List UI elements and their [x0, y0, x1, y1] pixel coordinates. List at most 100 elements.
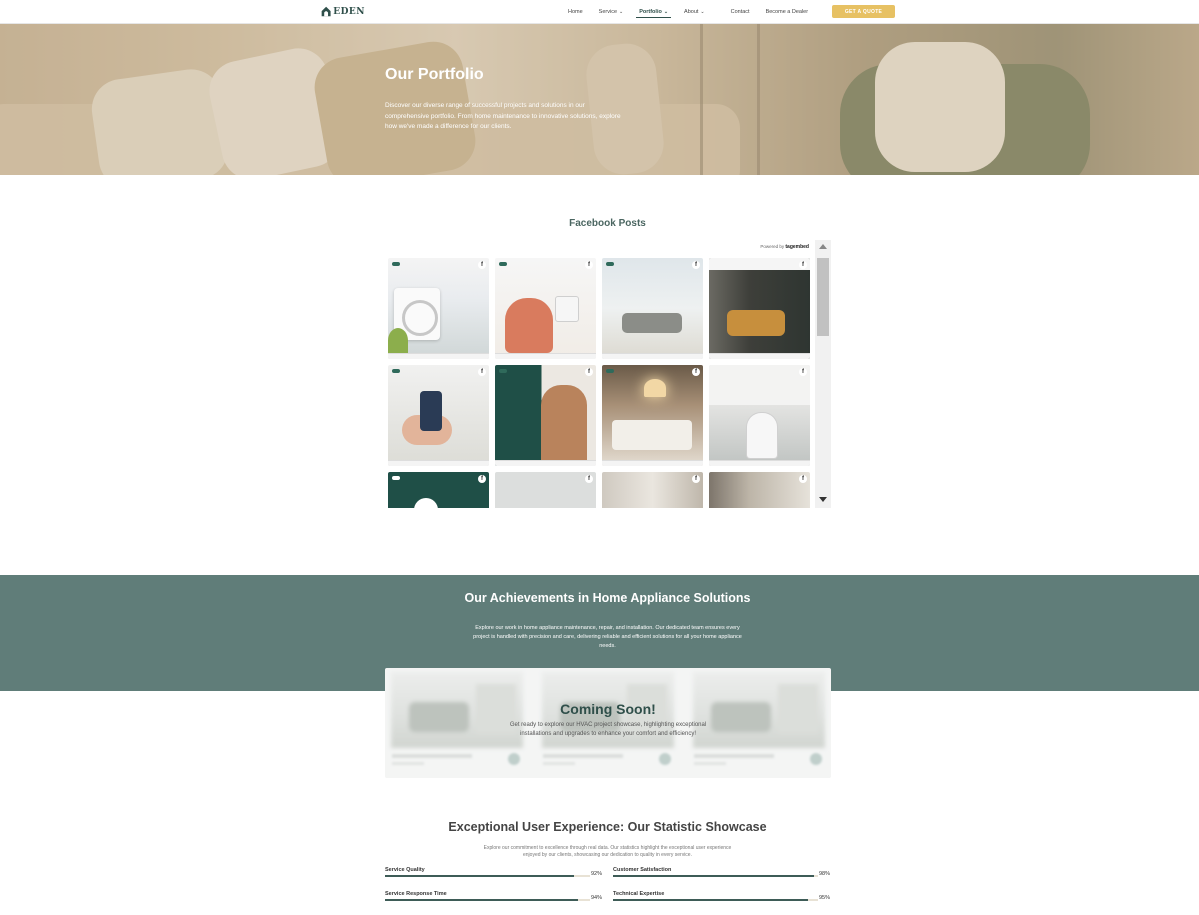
brand-mark-icon	[392, 262, 400, 266]
post-header-band	[709, 258, 810, 270]
facebook-icon: f	[585, 368, 593, 376]
nav-service-label: Service	[598, 9, 618, 15]
nav-contact[interactable]: Contact	[723, 0, 758, 24]
chevron-down-icon: ⌄	[700, 9, 705, 15]
nav-portfolio-label: Portfolio	[639, 9, 662, 15]
facebook-post[interactable]: f	[388, 472, 489, 508]
nav-home-label: Home	[568, 9, 583, 15]
facebook-icon: f	[478, 475, 486, 483]
stat-percent: 94%	[590, 895, 602, 901]
facebook-feed-widget[interactable]: Powered by tagembed f f f f f f f f f f …	[385, 240, 831, 508]
facebook-posts-title: Facebook Posts	[569, 218, 646, 229]
post-image-bed	[612, 420, 692, 450]
hero-banner: Our Portfolio Discover our diverse range…	[0, 24, 1199, 175]
stats-description: Explore our commitment to excellence thr…	[483, 845, 732, 858]
coming-soon-title: Coming Soon!	[560, 701, 656, 717]
nav-about-label: About	[684, 9, 699, 15]
brand-mark-icon	[392, 369, 400, 373]
facebook-post[interactable]: f	[602, 365, 703, 466]
stat-service-response-time: Service Response Time 94%	[385, 891, 602, 907]
posts-grid: f f f f f f f f f f f f	[388, 258, 810, 508]
facebook-icon: f	[799, 475, 807, 483]
scroll-down-arrow-icon[interactable]	[819, 497, 827, 502]
nav-home[interactable]: Home	[560, 0, 591, 24]
post-footer-strip	[602, 353, 703, 359]
nav-contact-label: Contact	[730, 9, 750, 15]
achievements-description: Explore our work in home appliance maint…	[473, 625, 742, 649]
post-header-band	[709, 365, 810, 405]
stat-track	[385, 899, 590, 901]
post-image-sofa	[622, 313, 682, 333]
stat-fill	[385, 899, 578, 901]
facebook-icon: f	[692, 475, 700, 483]
post-image-circle	[414, 498, 438, 508]
stat-technical-expertise: Technical Expertise 95%	[613, 891, 830, 907]
stat-percent: 98%	[818, 871, 830, 877]
hero-description: Discover our diverse range of successful…	[385, 102, 621, 130]
chevron-down-icon: ⌄	[663, 9, 669, 15]
stat-service-quality: Service Quality 92%	[385, 867, 602, 883]
stat-fill	[613, 875, 814, 877]
powered-by-tagembed[interactable]: Powered by tagembed	[760, 244, 809, 250]
logo[interactable]: EDEN	[321, 2, 365, 21]
facebook-post[interactable]: f	[602, 472, 703, 508]
facebook-post[interactable]: f	[388, 365, 489, 466]
facebook-post[interactable]: f	[495, 258, 596, 359]
nav-portfolio[interactable]: Portfolio ⌄	[631, 0, 676, 24]
page-title: Our Portfolio	[385, 66, 484, 83]
stat-track	[385, 875, 590, 877]
site-header: EDEN Home Service ⌄ Portfolio ⌄ About ⌄ Con…	[0, 0, 1199, 24]
facebook-icon: f	[799, 261, 807, 269]
stat-fill	[613, 899, 808, 901]
facebook-post[interactable]: f	[495, 472, 596, 508]
facebook-post[interactable]: f	[709, 365, 810, 466]
chevron-down-icon: ⌄	[619, 9, 624, 15]
logo-text: EDEN	[333, 6, 365, 17]
tagembed-brand: tagembed	[785, 244, 809, 250]
hero-overlay	[0, 24, 1199, 175]
post-image-person	[505, 298, 553, 353]
stat-label: Technical Expertise	[613, 891, 665, 897]
facebook-icon: f	[478, 368, 486, 376]
nav-service[interactable]: Service ⌄	[591, 0, 632, 24]
facebook-post[interactable]: f	[602, 258, 703, 359]
stat-percent: 95%	[818, 895, 830, 901]
brand-mark-icon	[499, 262, 507, 266]
nav-about[interactable]: About ⌄	[676, 0, 713, 24]
facebook-icon: f	[692, 261, 700, 269]
stat-label: Service Response Time	[385, 891, 447, 897]
scroll-thumb[interactable]	[817, 258, 829, 336]
get-a-quote-button[interactable]: GET A QUOTE	[832, 5, 895, 18]
post-footer-strip	[709, 353, 810, 359]
stat-track	[613, 899, 818, 901]
nav-become-dealer-label: Become a Dealer	[765, 9, 809, 15]
facebook-icon: f	[692, 368, 700, 376]
post-image-person	[747, 413, 777, 458]
stat-label: Customer Satisfaction	[613, 867, 672, 873]
post-footer-strip	[709, 460, 810, 466]
facebook-post[interactable]: f	[388, 258, 489, 359]
facebook-post[interactable]: f	[709, 258, 810, 359]
post-footer-strip	[495, 353, 596, 359]
scroll-up-arrow-icon[interactable]	[819, 244, 827, 249]
post-footer-strip	[388, 460, 489, 466]
post-image-lamp	[644, 379, 666, 397]
post-footer-strip	[602, 460, 703, 466]
facebook-icon: f	[585, 475, 593, 483]
achievements-title: Our Achievements in Home Appliance Solut…	[464, 591, 751, 605]
post-footer-strip	[495, 460, 596, 466]
house-logo-icon	[321, 6, 331, 17]
powered-by-label: Powered by	[760, 244, 785, 249]
feed-scrollbar[interactable]	[815, 240, 831, 508]
brand-mark-icon	[606, 262, 614, 266]
post-image-phone	[420, 391, 442, 431]
facebook-icon: f	[585, 261, 593, 269]
facebook-post[interactable]: f	[709, 472, 810, 508]
stat-percent: 92%	[590, 871, 602, 877]
coming-soon-description: Get ready to explore our HVAC project sh…	[509, 722, 707, 737]
brand-mark-icon	[392, 476, 400, 480]
nav-become-dealer[interactable]: Become a Dealer	[758, 0, 817, 24]
facebook-icon: f	[478, 261, 486, 269]
facebook-post[interactable]: f	[495, 365, 596, 466]
main-nav: Home Service ⌄ Portfolio ⌄ About ⌄ Contact …	[560, 0, 816, 24]
